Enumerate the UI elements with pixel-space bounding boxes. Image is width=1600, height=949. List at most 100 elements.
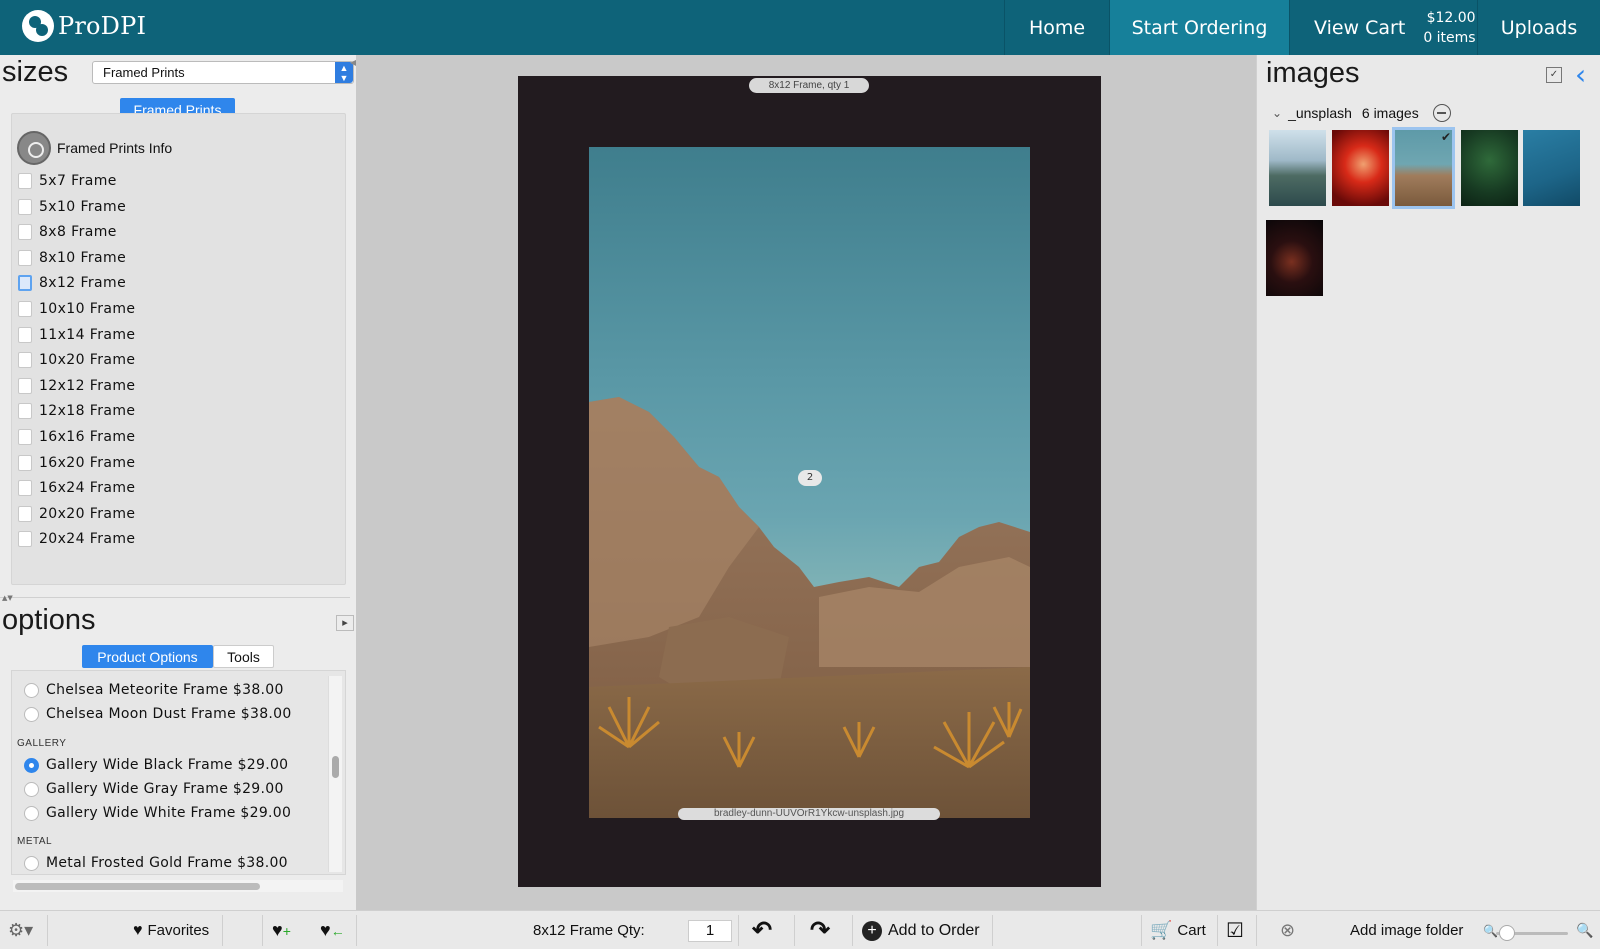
option-radio[interactable] bbox=[24, 805, 39, 821]
options-vertical-scrollbar[interactable] bbox=[328, 676, 342, 872]
size-checkbox[interactable] bbox=[18, 249, 32, 266]
size-checkbox[interactable] bbox=[18, 377, 32, 394]
frame-option[interactable]: Gallery Wide Gray Frame $29.00 bbox=[24, 781, 284, 797]
remove-folder-icon[interactable] bbox=[1432, 104, 1451, 122]
thumb-lake-mountains[interactable] bbox=[1269, 130, 1326, 206]
size-checkbox[interactable] bbox=[18, 301, 32, 317]
collapse-right-icon[interactable]: ‹ bbox=[1575, 58, 1586, 91]
cart-items-count: 0 items bbox=[1423, 29, 1476, 46]
zoom-in-icon[interactable]: 🔍 bbox=[1576, 911, 1593, 949]
cart-summary: $12.00 0 items bbox=[1423, 8, 1475, 48]
size-checkbox[interactable] bbox=[18, 275, 32, 292]
expand-options-icon[interactable]: ▸ bbox=[336, 615, 354, 631]
frame-option[interactable]: Gallery Wide White Frame $29.00 bbox=[24, 805, 291, 821]
frame-option[interactable]: Gallery Wide Black Frame $29.00 bbox=[24, 757, 288, 773]
option-radio[interactable] bbox=[24, 781, 39, 797]
size-label: 16x20 Frame bbox=[39, 454, 136, 471]
size-checkbox[interactable] bbox=[18, 173, 32, 189]
option-radio[interactable] bbox=[24, 855, 39, 871]
nav-uploads[interactable]: Uploads bbox=[1477, 0, 1600, 55]
size-item[interactable]: 8x8 Frame bbox=[18, 224, 117, 241]
size-checkbox[interactable] bbox=[18, 198, 32, 215]
size-item[interactable]: 10x20 Frame bbox=[18, 352, 135, 369]
zoom-out-icon[interactable]: 🔍 bbox=[1483, 911, 1498, 949]
size-checkbox[interactable] bbox=[18, 224, 32, 241]
category-select[interactable]: Framed Prints ▲ ▼ bbox=[92, 61, 354, 84]
selected-check-icon: ✔ bbox=[1440, 130, 1451, 144]
size-item[interactable]: 16x20 Frame bbox=[18, 454, 136, 471]
size-label: 5x7 Frame bbox=[39, 173, 117, 189]
redo-arrow-icon[interactable]: ↷ bbox=[810, 911, 830, 949]
info-badge-icon bbox=[17, 131, 51, 165]
size-checkbox[interactable] bbox=[18, 505, 32, 522]
thumb-red-light-portrait[interactable] bbox=[1332, 130, 1389, 206]
nav-home[interactable]: Home bbox=[1004, 0, 1109, 55]
options-horizontal-scrollbar[interactable] bbox=[13, 880, 343, 892]
size-checkbox[interactable] bbox=[18, 531, 32, 548]
size-item[interactable]: 10x10 Frame bbox=[18, 301, 135, 317]
frame-option[interactable]: Metal Frosted Gold Frame $38.00 bbox=[24, 855, 288, 871]
logo-text: ProDPI bbox=[58, 12, 147, 40]
size-item[interactable]: 12x18 Frame bbox=[18, 403, 135, 420]
size-checkbox[interactable] bbox=[18, 352, 32, 369]
size-item[interactable]: 20x20 Frame bbox=[18, 505, 135, 522]
favorites-button[interactable]: ♥ Favorites bbox=[133, 911, 209, 949]
category-select-value: Framed Prints bbox=[103, 65, 185, 80]
frame-option[interactable]: Chelsea Moon Dust Frame $38.00 bbox=[24, 706, 292, 722]
logo[interactable]: ProDPI bbox=[22, 10, 146, 42]
cart-button[interactable]: 🛒 Cart bbox=[1150, 911, 1206, 949]
zoom-slider-knob[interactable] bbox=[1499, 925, 1515, 941]
thumb-dark-room[interactable] bbox=[1266, 220, 1323, 296]
size-checkbox[interactable] bbox=[18, 403, 32, 420]
horizontal-scroll-thumb[interactable] bbox=[15, 883, 260, 890]
size-item[interactable]: 8x12 Frame bbox=[18, 275, 126, 292]
option-radio[interactable] bbox=[24, 682, 39, 698]
info-label: Framed Prints Info bbox=[57, 140, 173, 156]
size-item[interactable]: 11x14 Frame bbox=[18, 326, 135, 343]
size-checkbox[interactable] bbox=[18, 326, 32, 343]
thumb-desert-rocks[interactable]: ✔ bbox=[1392, 127, 1455, 209]
remove-favorite-icon[interactable]: ♥ ← bbox=[320, 911, 345, 949]
tab-product-options[interactable]: Product Options bbox=[82, 645, 213, 668]
folder-name: _unsplash bbox=[1288, 105, 1352, 121]
quantity-input[interactable]: 1 bbox=[688, 919, 732, 942]
checkbox-checked-icon[interactable]: ☑ bbox=[1226, 911, 1244, 949]
tab-tools[interactable]: Tools bbox=[213, 645, 274, 668]
size-item[interactable]: 5x7 Frame bbox=[18, 173, 117, 189]
size-item[interactable]: 12x12 Frame bbox=[18, 377, 135, 394]
qty-field-wrapper: 1 bbox=[688, 911, 732, 949]
qty-label: 8x12 Frame Qty: bbox=[533, 922, 645, 939]
thumb-green-fern[interactable] bbox=[1461, 130, 1518, 206]
size-checkbox[interactable] bbox=[18, 480, 32, 497]
size-item[interactable]: 5x10 Frame bbox=[18, 198, 127, 215]
nav-start-ordering[interactable]: Start Ordering bbox=[1109, 0, 1289, 55]
size-item[interactable]: 20x24 Frame bbox=[18, 531, 136, 548]
size-checkbox[interactable] bbox=[18, 429, 32, 445]
nav-view-cart[interactable]: View Cart $12.00 0 items bbox=[1289, 0, 1477, 55]
thumb-hand-mirror[interactable] bbox=[1523, 130, 1580, 206]
settings-gear-icon[interactable]: ⚙▾ bbox=[8, 911, 33, 949]
add-image-folder-button[interactable]: Add image folder bbox=[1350, 911, 1463, 949]
size-label: 5x10 Frame bbox=[39, 198, 127, 215]
size-item[interactable]: 16x16 Frame bbox=[18, 429, 135, 445]
close-circle-icon[interactable]: ⊗ bbox=[1280, 911, 1295, 949]
download-icon[interactable]: ✓ bbox=[1546, 67, 1562, 83]
frame-option[interactable]: Chelsea Meteorite Frame $38.00 bbox=[24, 682, 284, 698]
size-checkbox[interactable] bbox=[18, 454, 32, 471]
folder-row[interactable]: ⌄ _unsplash 6 images bbox=[1272, 104, 1451, 122]
option-radio[interactable] bbox=[24, 706, 39, 722]
add-to-order-button[interactable]: + Add to Order bbox=[862, 911, 980, 949]
add-favorite-icon[interactable]: ♥ + bbox=[272, 911, 291, 949]
size-item[interactable]: 16x24 Frame bbox=[18, 480, 135, 497]
option-radio[interactable] bbox=[24, 757, 39, 773]
framed-prints-info[interactable]: Framed Prints Info bbox=[17, 131, 172, 165]
size-label: 20x24 Frame bbox=[39, 531, 136, 548]
cart-total: $12.00 bbox=[1426, 9, 1476, 26]
sizes-title: sizes bbox=[2, 56, 69, 88]
vertical-scroll-thumb[interactable] bbox=[332, 756, 339, 778]
option-label: Chelsea Meteorite Frame $38.00 bbox=[46, 682, 284, 698]
undo-arrow-icon[interactable]: ↶ bbox=[752, 911, 772, 949]
heart-icon: ♥ bbox=[133, 921, 143, 939]
size-item[interactable]: 8x10 Frame bbox=[18, 249, 126, 266]
images-title: images bbox=[1266, 57, 1360, 89]
